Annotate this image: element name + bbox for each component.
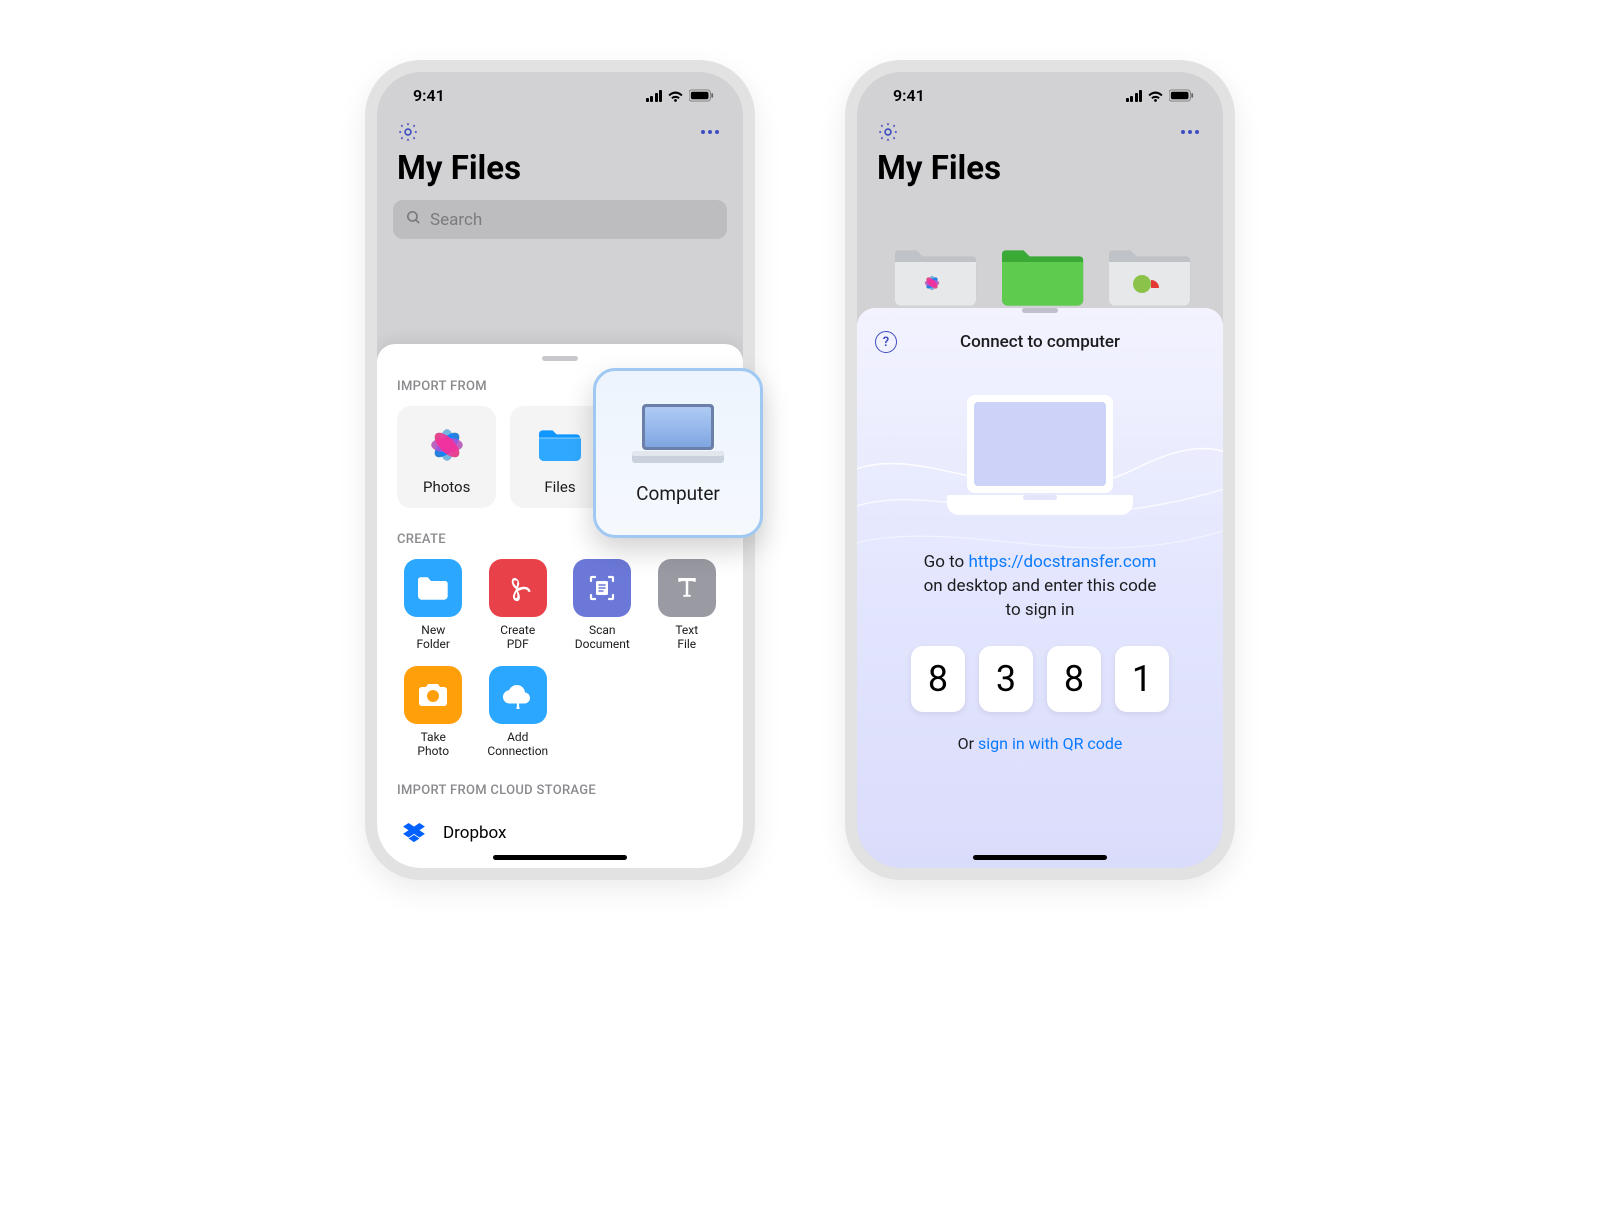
folder-item[interactable] — [1000, 244, 1080, 304]
scan-document[interactable]: Scan Document — [566, 559, 639, 652]
nav-row — [377, 109, 743, 149]
cellular-icon — [1126, 90, 1143, 102]
dropbox-icon — [403, 822, 425, 844]
sheet-grabber[interactable] — [542, 356, 578, 361]
add-connection-label: Add Connection — [487, 730, 548, 759]
status-bar: 9:41 — [857, 72, 1223, 109]
code-digit: 8 — [1047, 646, 1101, 712]
laptop-icon — [630, 402, 726, 468]
add-connection[interactable]: Add Connection — [482, 666, 555, 759]
scan-document-label: Scan Document — [575, 623, 630, 652]
sheet-grabber[interactable] — [1022, 308, 1058, 313]
import-computer-label: Computer — [636, 482, 720, 505]
home-indicator[interactable] — [493, 855, 627, 860]
folder-item[interactable] — [893, 244, 973, 304]
folder-item[interactable] — [1107, 244, 1187, 304]
cloud-add-icon — [489, 666, 547, 724]
qr-signin-link[interactable]: sign in with QR code — [978, 734, 1122, 753]
more-icon[interactable] — [697, 126, 723, 138]
create-pdf[interactable]: Create PDF — [482, 559, 555, 652]
code-digit: 3 — [979, 646, 1033, 712]
take-photo-label: Take Photo — [417, 730, 449, 759]
create-pdf-label: Create PDF — [500, 623, 535, 652]
import-photos[interactable]: Photos — [397, 406, 496, 508]
import-files-label: Files — [544, 478, 575, 496]
nav-row — [857, 109, 1223, 149]
create-new-folder-label: New Folder — [417, 623, 450, 652]
connect-sheet: ? Connect to computer Go to https://docs… — [857, 308, 1223, 868]
import-computer[interactable]: Computer — [593, 368, 763, 538]
phone-connect-sheet: 9:41 My Files — [845, 60, 1235, 880]
pdf-icon — [489, 559, 547, 617]
text-icon — [658, 559, 716, 617]
cloud-dropbox[interactable]: Dropbox — [377, 810, 743, 856]
connect-title: Connect to computer — [857, 332, 1223, 352]
scan-icon — [573, 559, 631, 617]
more-icon[interactable] — [1177, 126, 1203, 138]
create-new-folder[interactable]: New Folder — [397, 559, 470, 652]
import-photos-label: Photos — [423, 478, 470, 496]
photos-icon — [424, 422, 470, 468]
code-digit: 1 — [1115, 646, 1169, 712]
search-placeholder: Search — [430, 210, 482, 230]
laptop-illustration — [945, 391, 1135, 525]
section-title-cloud: IMPORT FROM CLOUD STORAGE — [377, 779, 743, 810]
status-icons — [646, 89, 716, 102]
battery-icon — [1169, 89, 1195, 102]
code-row: 8 3 8 1 — [857, 646, 1223, 712]
page-title: My Files — [857, 149, 1223, 200]
wifi-icon — [667, 89, 684, 102]
settings-icon[interactable] — [877, 121, 899, 143]
battery-icon — [689, 89, 715, 102]
folders-row — [857, 200, 1223, 304]
status-time: 9:41 — [413, 86, 445, 105]
phone-import-sheet: 9:41 My Files Search — [365, 60, 755, 880]
wifi-icon — [1147, 89, 1164, 102]
cloud-dropbox-label: Dropbox — [443, 823, 507, 843]
status-icons — [1126, 89, 1196, 102]
take-photo[interactable]: Take Photo — [397, 666, 470, 759]
help-icon[interactable]: ? — [875, 331, 897, 353]
qr-line: Or sign in with QR code — [857, 734, 1223, 753]
home-indicator[interactable] — [973, 855, 1107, 860]
search-icon — [405, 209, 422, 230]
text-file[interactable]: Text File — [651, 559, 724, 652]
status-bar: 9:41 — [377, 72, 743, 109]
status-time: 9:41 — [893, 86, 925, 105]
camera-icon — [404, 666, 462, 724]
cellular-icon — [646, 90, 663, 102]
page-title: My Files — [377, 149, 743, 200]
text-file-label: Text File — [675, 623, 698, 652]
search-input[interactable]: Search — [393, 200, 727, 239]
folder-icon — [537, 422, 583, 468]
code-digit: 8 — [911, 646, 965, 712]
new-folder-icon — [404, 559, 462, 617]
settings-icon[interactable] — [397, 121, 419, 143]
